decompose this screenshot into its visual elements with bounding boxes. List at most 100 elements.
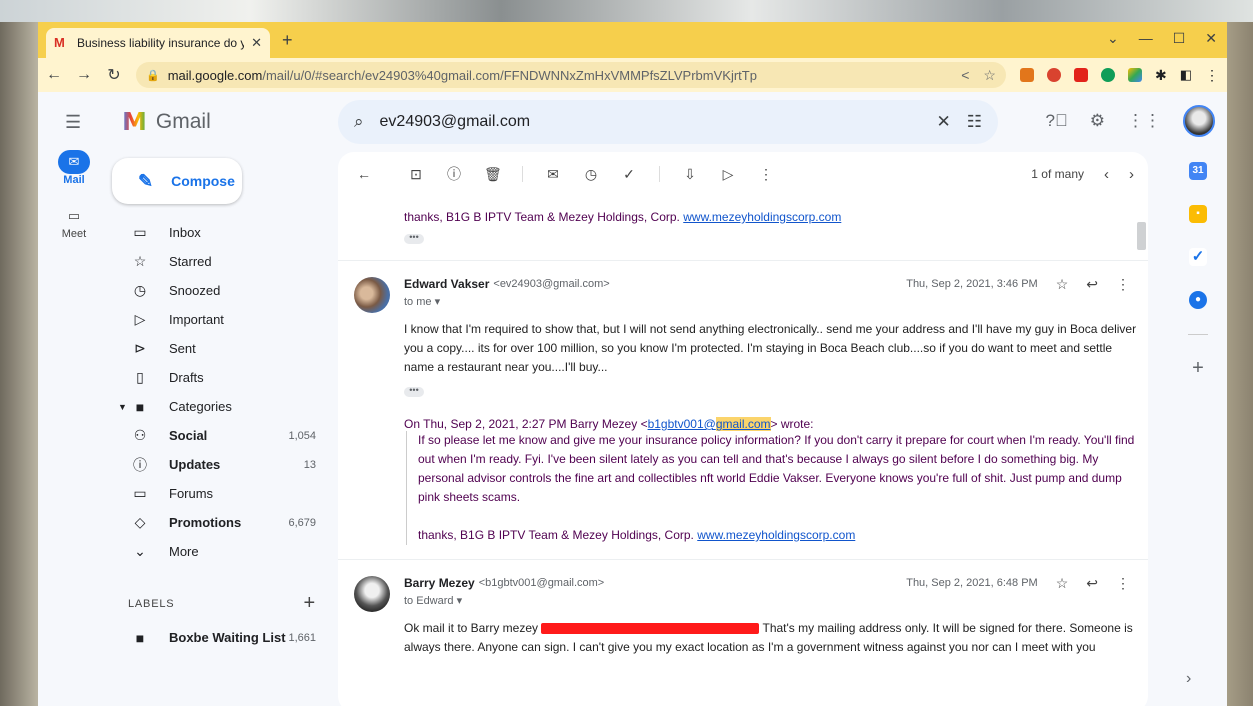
search-input[interactable] (379, 113, 921, 131)
browser-tab[interactable]: M Business liability insurance do y ✕ (46, 28, 270, 58)
puzzle-extensions-icon[interactable]: ✱ (1155, 67, 1167, 84)
rail-item-meet[interactable]: ▭ Meet (38, 204, 110, 240)
recipient-dropdown[interactable]: to me ▾ (404, 295, 1130, 308)
side-panel-icon[interactable]: ◧ (1180, 67, 1192, 83)
close-window-button[interactable]: ✕ (1205, 30, 1217, 47)
settings-gear-icon[interactable]: ⚙ (1090, 111, 1105, 131)
drive-extension-icon[interactable] (1127, 68, 1142, 82)
website-link[interactable]: www.mezeyholdingscorp.com (697, 528, 855, 542)
lock-icon[interactable]: 🔒 (146, 69, 160, 82)
reply-icon[interactable]: ↩ (1086, 276, 1098, 293)
help-icon[interactable]: ?⃝ (1046, 111, 1068, 131)
website-link[interactable]: www.mezeyholdingscorp.com (683, 210, 841, 224)
snooze-icon[interactable]: ◷ (583, 166, 599, 183)
message-date: Thu, Sep 2, 2021, 3:46 PM (906, 278, 1038, 290)
close-tab-icon[interactable]: ✕ (251, 35, 262, 51)
calendar-icon[interactable]: 31 (1189, 162, 1207, 180)
more-icon[interactable]: ⋮ (1116, 276, 1130, 293)
apps-grid-icon[interactable]: ⋮⋮ (1127, 111, 1161, 131)
get-addons-button[interactable]: + (1170, 357, 1226, 380)
nav-item-promotions[interactable]: ◇ Promotions 6,679 (110, 508, 330, 537)
message-body: I know that I'm required to show that, b… (404, 322, 1137, 374)
metamask-extension-icon[interactable] (1019, 68, 1034, 82)
maximize-button[interactable]: ☐ (1173, 30, 1186, 47)
gmail-logo[interactable]: M Gmail (122, 107, 211, 136)
caret-down-icon[interactable]: ▼ (118, 402, 127, 412)
tab-search-icon[interactable]: ⌄ (1107, 30, 1119, 47)
nav-item-drafts[interactable]: ▯ Drafts (110, 363, 330, 392)
forum-icon: ▭ (133, 485, 147, 501)
reload-button[interactable]: ↻ (106, 65, 122, 85)
important-icon: ▷ (134, 311, 146, 327)
back-button[interactable]: ← (46, 66, 62, 84)
nav-item-snoozed[interactable]: ◷ Snoozed (110, 276, 330, 305)
quoted-email-link[interactable]: b1gbtv001@gmail.com (648, 417, 771, 431)
nav-item-important[interactable]: ▷ Important (110, 305, 330, 334)
new-tab-button[interactable]: + (282, 30, 293, 51)
next-page-icon[interactable]: › (1129, 166, 1134, 183)
delete-icon[interactable]: 🗑 (484, 166, 502, 183)
compose-button[interactable]: ✎ Compose (112, 158, 242, 204)
move-to-icon[interactable]: ⇩ (682, 166, 698, 183)
sender-name[interactable]: Barry Mezey (404, 576, 475, 590)
minimize-button[interactable]: — (1139, 30, 1153, 47)
star-icon[interactable]: ☆ (1056, 276, 1069, 293)
keep-icon[interactable]: ▪ (1189, 205, 1207, 223)
bookmark-star-icon[interactable]: ☆ (983, 67, 996, 84)
sender-avatar[interactable] (354, 576, 390, 612)
search-bar: ⌕ ✕ ☷ (338, 100, 998, 144)
pdf-extension-icon[interactable] (1073, 68, 1088, 82)
clear-search-icon[interactable]: ✕ (937, 112, 951, 132)
add-task-icon[interactable]: ✓ (621, 166, 637, 183)
send-icon: ⊳ (134, 340, 146, 356)
show-side-panel-icon[interactable]: › (1186, 670, 1191, 688)
archive-icon[interactable]: ⊡ (408, 166, 424, 183)
share-icon[interactable]: < (961, 67, 969, 84)
nav-item-categories[interactable]: ▼ ■ Categories (110, 392, 330, 421)
scroll-thumb[interactable] (1137, 222, 1146, 250)
sender-avatar[interactable] (354, 277, 390, 313)
message-barry: Barry Mezey <b1gbtv001@gmail.com> Thu, S… (338, 560, 1148, 671)
search-icon[interactable]: ⌕ (354, 112, 364, 132)
contacts-icon[interactable]: ● (1189, 291, 1207, 309)
nav-item-updates[interactable]: ⓘ Updates 13 (110, 450, 330, 479)
search-options-icon[interactable]: ☷ (967, 112, 982, 132)
show-trimmed-content-button[interactable]: ••• (404, 233, 424, 244)
nav-item-sent[interactable]: ⊳ Sent (110, 334, 330, 363)
browser-menu-icon[interactable]: ⋮ (1205, 67, 1219, 84)
nav-item-forums[interactable]: ▭ Forums (110, 479, 330, 508)
more-options-icon[interactable]: ⋮ (758, 166, 774, 183)
report-spam-icon[interactable]: ⓘ (446, 164, 462, 184)
nav-item-inbox[interactable]: ▭ Inbox (110, 218, 330, 247)
nav-item-social[interactable]: ⚇ Social 1,054 (110, 421, 330, 450)
address-bar[interactable]: 🔒 mail.google.com/mail/u/0/#search/ev249… (136, 62, 1006, 88)
account-avatar[interactable] (1183, 105, 1215, 137)
nav-item-more[interactable]: ⌄ More (110, 537, 330, 566)
label-item-boxbe[interactable]: ■ Boxbe Waiting List 1,661 (110, 623, 330, 652)
quote-header: On Thu, Sep 2, 2021, 2:27 PM Barry Mezey… (404, 417, 814, 431)
rail-item-mail[interactable]: ✉ Mail (38, 150, 110, 186)
green-extension-icon[interactable] (1100, 68, 1115, 82)
label-as-icon[interactable]: ▷ (720, 166, 736, 183)
star-icon[interactable]: ☆ (1056, 575, 1069, 592)
quoted-message: If so please let me know and give me you… (406, 431, 1141, 545)
forward-button[interactable]: → (76, 66, 92, 84)
pagination: 1 of many ‹ › (1031, 165, 1134, 183)
message-pane: ← ⊡ ⓘ 🗑 ✉ ◷ ✓ ⇩ ▷ ⋮ 1 of many ‹ › thanks… (338, 152, 1148, 706)
recipient-dropdown[interactable]: to Edward ▾ (404, 594, 1130, 607)
red-extension-icon[interactable] (1046, 68, 1061, 82)
sender-name[interactable]: Edward Vakser (404, 277, 489, 291)
show-trimmed-content-button[interactable]: ••• (404, 386, 424, 397)
back-to-list-icon[interactable]: ← (356, 166, 372, 182)
tasks-icon[interactable]: ✓ (1189, 248, 1207, 266)
more-icon[interactable]: ⋮ (1116, 575, 1130, 592)
collapsed-message[interactable]: thanks, B1G B IPTV Team & Mezey Holdings… (338, 196, 1148, 261)
reply-icon[interactable]: ↩ (1086, 575, 1098, 592)
nav-item-starred[interactable]: ☆ Starred (110, 247, 330, 276)
url-text[interactable]: mail.google.com/mail/u/0/#search/ev24903… (168, 68, 954, 83)
main-menu-icon[interactable]: ☰ (65, 112, 81, 133)
create-label-button[interactable]: + (304, 592, 316, 615)
mark-unread-icon[interactable]: ✉ (545, 166, 561, 183)
prev-page-icon[interactable]: ‹ (1104, 166, 1109, 183)
message-toolbar: ← ⊡ ⓘ 🗑 ✉ ◷ ✓ ⇩ ▷ ⋮ 1 of many ‹ › (338, 152, 1148, 196)
